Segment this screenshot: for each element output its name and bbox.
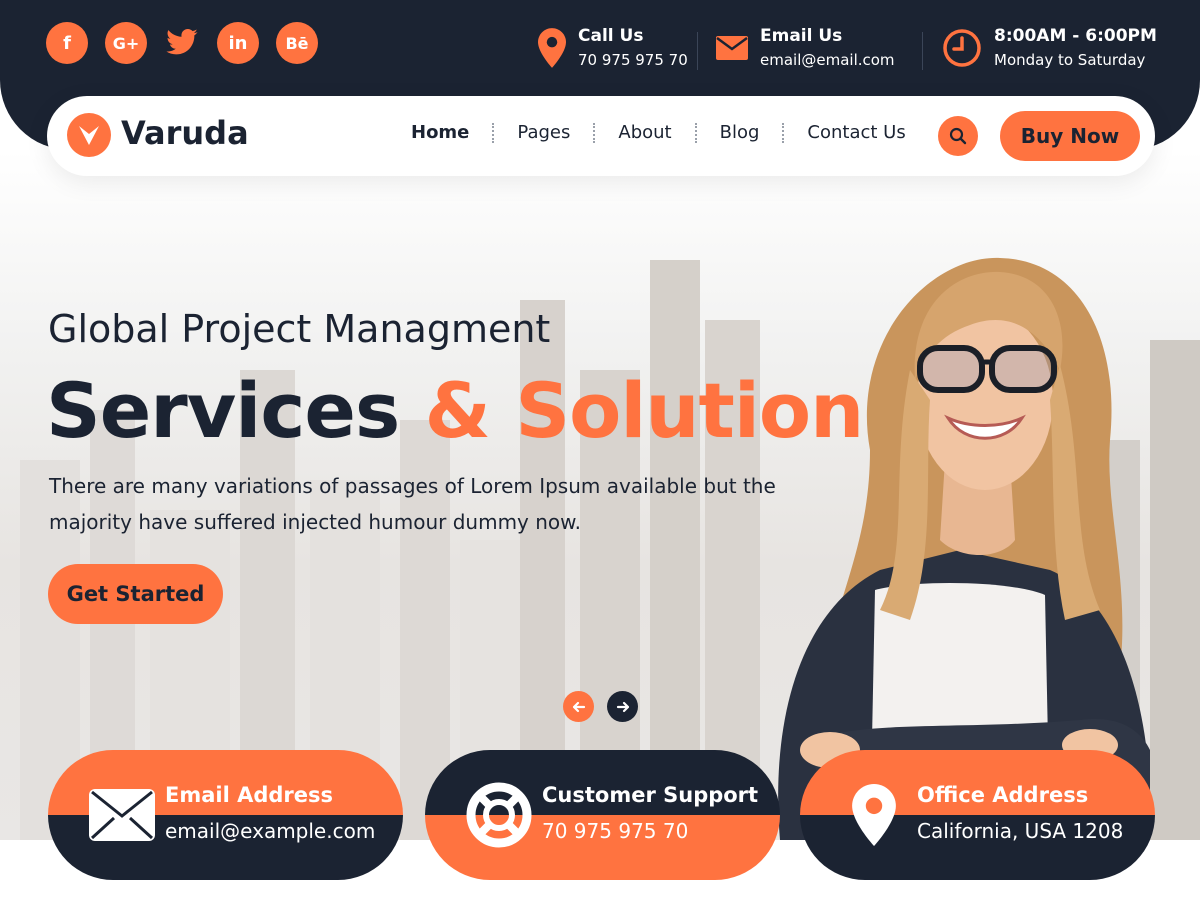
brand-name[interactable]: Varuda: [121, 114, 249, 152]
hours-block: 8:00AM - 6:00PM Monday to Saturday: [942, 22, 1157, 74]
email-us-block: Email Us email@email.com: [716, 22, 895, 74]
hero-description: There are many variations of passages of…: [49, 474, 776, 534]
nav-item-about[interactable]: About: [618, 122, 671, 143]
facebook-icon[interactable]: f: [46, 22, 88, 64]
hours-days: Monday to Saturday: [994, 51, 1146, 69]
google-plus-icon[interactable]: G+: [105, 22, 147, 64]
get-started-button[interactable]: Get Started: [48, 564, 223, 624]
envelope-icon: [86, 782, 158, 848]
menu-divider: [694, 122, 697, 143]
arrow-left-icon: [572, 701, 585, 712]
card-text: 70 975 975 70: [542, 819, 689, 843]
card-text: California, USA 1208: [917, 819, 1124, 843]
envelope-icon: [716, 36, 748, 60]
nav-item-pages[interactable]: Pages: [517, 122, 570, 143]
office-address-card[interactable]: Office Address California, USA 1208: [800, 750, 1155, 880]
card-title: Customer Support: [542, 783, 759, 807]
card-title: Email Address: [165, 783, 334, 807]
headline-main: Services: [46, 366, 400, 455]
card-title: Office Address: [917, 783, 1089, 807]
hero-headline: Services & Solution: [46, 366, 864, 455]
clock-icon: [942, 28, 982, 68]
email-us-address[interactable]: email@email.com: [760, 48, 895, 72]
slider-prev-button[interactable]: [563, 691, 594, 722]
slider-next-button[interactable]: [607, 691, 638, 722]
nav-menu: Home Pages About Blog Contact Us: [411, 122, 906, 143]
main-navbar: Varuda Home Pages About Blog Contact Us …: [47, 96, 1155, 176]
behance-icon[interactable]: Bē: [276, 22, 318, 64]
card-text: email@example.com: [165, 819, 376, 843]
divider: [922, 32, 923, 70]
twitter-icon[interactable]: [164, 22, 200, 64]
menu-divider: [593, 122, 596, 143]
customer-support-card[interactable]: Customer Support 70 975 975 70: [425, 750, 780, 880]
email-address-card[interactable]: Email Address email@example.com: [48, 750, 403, 880]
menu-divider: [782, 122, 785, 143]
search-button[interactable]: [938, 116, 978, 156]
arrow-right-icon: [616, 701, 629, 712]
call-us-number[interactable]: 70 975 975 70: [578, 48, 688, 72]
hours-title: 8:00AM - 6:00PM: [994, 26, 1157, 46]
call-us-title: Call Us: [578, 26, 644, 46]
logo-icon[interactable]: [67, 113, 111, 157]
nav-item-contact-us[interactable]: Contact Us: [807, 122, 905, 143]
linkedin-icon[interactable]: in: [217, 22, 259, 64]
location-pin-icon: [538, 28, 566, 68]
menu-divider: [492, 122, 495, 143]
nav-item-home[interactable]: Home: [411, 122, 469, 143]
hero-eyebrow: Global Project Managment: [48, 307, 551, 351]
search-icon: [949, 127, 967, 145]
email-us-title: Email Us: [760, 26, 843, 46]
social-links: f G+ in Bē: [46, 22, 318, 64]
buy-now-button[interactable]: Buy Now: [1000, 111, 1140, 161]
location-pin-icon: [838, 782, 910, 848]
divider: [697, 32, 698, 70]
nav-item-blog[interactable]: Blog: [720, 122, 760, 143]
call-us-block: Call Us 70 975 975 70: [538, 22, 688, 74]
lifebuoy-icon: [463, 782, 535, 848]
